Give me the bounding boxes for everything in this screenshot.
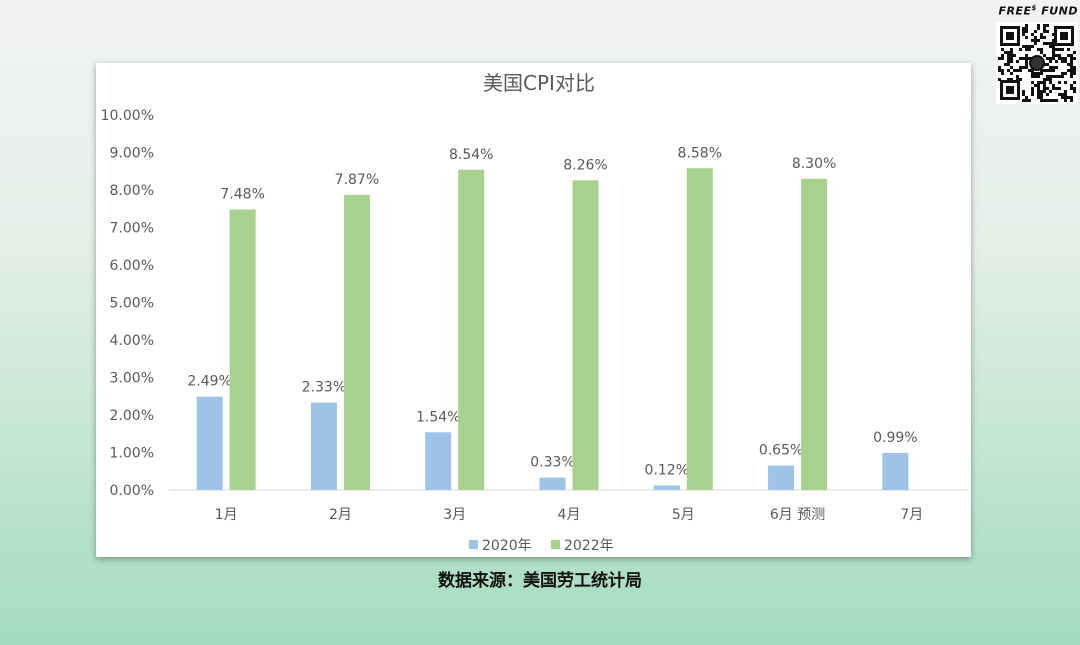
cpi-bar-chart: 美国CPI对比 0.00% 1.00% 2.00% 3.00% 4.00% 5.00% 6.0… bbox=[101, 71, 969, 554]
y-tick-label: 5.00% bbox=[110, 296, 154, 312]
legend-label-1: 2020年 bbox=[482, 538, 532, 554]
bar-series-1 bbox=[882, 452, 909, 490]
x-tick-label: 6月 预测 bbox=[770, 507, 825, 523]
chart-card: 美国CPI对比 0.00% 1.00% 2.00% 3.00% 4.00% 5.00% 6.0… bbox=[96, 63, 971, 557]
x-tick-label: 4月 bbox=[558, 507, 581, 523]
y-tick-label: 8.00% bbox=[110, 183, 154, 199]
y-tick-label: 3.00% bbox=[110, 371, 154, 387]
data-label: 2.49% bbox=[187, 374, 231, 390]
bar-series-2 bbox=[572, 180, 599, 490]
brand-name: FREE$ FUND bbox=[998, 4, 1078, 18]
data-label: 2.33% bbox=[302, 380, 346, 396]
data-label: 0.65% bbox=[759, 443, 803, 459]
y-tick-label: 2.00% bbox=[110, 408, 154, 424]
bar-series-1 bbox=[768, 465, 795, 490]
data-label: 8.58% bbox=[678, 145, 722, 161]
bar-series-2 bbox=[801, 178, 828, 490]
bar-series-2 bbox=[686, 168, 713, 490]
data-label: 8.54% bbox=[449, 147, 493, 163]
x-tick-label: 2月 bbox=[329, 507, 352, 523]
bar-series-1 bbox=[539, 477, 566, 490]
bar-series-1 bbox=[653, 485, 680, 490]
x-tick-label: 5月 bbox=[672, 507, 695, 523]
data-label: 8.30% bbox=[792, 156, 836, 172]
bar-series-2 bbox=[229, 209, 256, 490]
y-tick-label: 4.00% bbox=[110, 333, 154, 349]
data-label: 7.48% bbox=[220, 187, 264, 203]
data-source-caption: 数据来源：美国劳工统计局 bbox=[438, 571, 642, 591]
data-label: 7.87% bbox=[335, 172, 379, 188]
data-label: 0.12% bbox=[645, 463, 689, 479]
qr-code-icon bbox=[996, 21, 1078, 104]
bar-series-1 bbox=[310, 402, 337, 490]
y-tick-label: 0.00% bbox=[110, 483, 154, 499]
y-tick-label: 6.00% bbox=[110, 258, 154, 274]
bar-series-2 bbox=[458, 169, 485, 490]
x-tick-label: 7月 bbox=[900, 507, 923, 523]
data-label: 1.54% bbox=[416, 409, 460, 425]
bar-series-2 bbox=[343, 194, 370, 490]
y-tick-label: 1.00% bbox=[110, 446, 154, 462]
data-label: 0.33% bbox=[530, 455, 574, 471]
data-label: 8.26% bbox=[563, 157, 607, 173]
chart-title: 美国CPI对比 bbox=[483, 71, 595, 95]
y-tick-label: 7.00% bbox=[110, 221, 154, 237]
brand-logo: FREE$ FUND bbox=[990, 0, 1078, 104]
x-tick-label: 1月 bbox=[215, 507, 238, 523]
y-tick-label: 10.00% bbox=[101, 108, 154, 124]
y-tick-label: 9.00% bbox=[110, 146, 154, 162]
data-label: 0.99% bbox=[873, 430, 917, 446]
legend-label-2: 2022年 bbox=[564, 538, 614, 554]
bar-series-1 bbox=[425, 432, 452, 490]
legend-swatch-2 bbox=[551, 540, 560, 549]
bar-series-1 bbox=[196, 396, 223, 490]
x-tick-label: 3月 bbox=[443, 507, 466, 523]
legend-swatch-1 bbox=[469, 540, 478, 549]
